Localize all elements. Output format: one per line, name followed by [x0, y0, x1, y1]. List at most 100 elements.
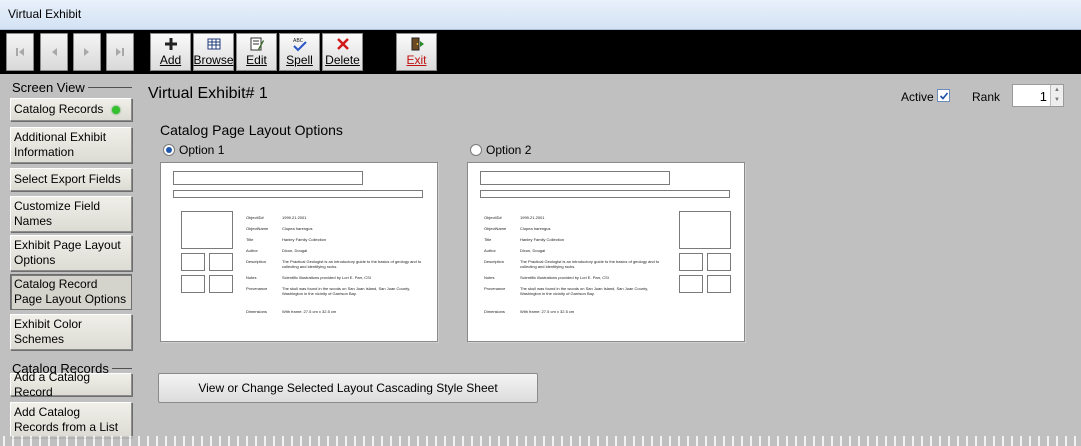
delete-button-label: Delete — [325, 53, 360, 67]
sidebar-item-label: Exhibit Page Layout Options — [14, 238, 121, 267]
sidebar-item-additional-exhibit-information[interactable]: Additional Exhibit Information — [10, 127, 132, 163]
preview-field-row: Dimensions With frame: 27.5 cm x 32.5 cm — [484, 309, 574, 314]
active-label: Active — [901, 90, 934, 104]
toolbar: Add Browse Edit ABC Spell Delete Exit — [0, 30, 1081, 74]
sidebar: Screen View Catalog Records Additional E… — [0, 74, 138, 446]
sidebar-item-catalog-record-page-layout-options[interactable]: Catalog Record Page Layout Options — [10, 274, 132, 310]
rank-label: Rank — [972, 90, 1001, 104]
preview-thumb — [209, 275, 233, 293]
checkmark-icon — [939, 91, 948, 100]
preview-field-row: ObjectID# 1999.21.2001 — [246, 215, 306, 220]
preview-field-value: Scientific illustrations provided by Lor… — [520, 275, 609, 280]
browse-button[interactable]: Browse — [193, 33, 234, 71]
preview-field-row: Provenance The skull was found in the woo… — [484, 286, 669, 296]
main-panel: Virtual Exhibit# 1 Active Rank 1 ▲ ▼ Cat… — [140, 74, 1081, 446]
plus-icon — [164, 38, 177, 50]
preview-field-row: Title Hanley Family Collection — [484, 237, 564, 242]
spell-check-icon: ABC — [293, 38, 307, 52]
sidebar-item-label: Customize Field Names — [14, 199, 101, 228]
preview-field-key: ObjectID# — [484, 215, 502, 220]
preview-field-value: 1999.21.2001 — [282, 215, 307, 220]
preview-field-value: The Practical Geologist is an introducto… — [282, 259, 422, 269]
preview-thumb — [679, 253, 703, 271]
layout-options-heading: Catalog Page Layout Options — [160, 122, 343, 138]
exit-button[interactable]: Exit — [396, 33, 437, 71]
previous-record-button[interactable] — [40, 33, 68, 71]
sidebar-item-select-export-fields[interactable]: Select Export Fields — [10, 168, 132, 191]
preview-field-row: Author Dixon, Dougal — [484, 248, 545, 253]
rank-spinner[interactable]: 1 ▲ ▼ — [1012, 84, 1064, 107]
preview-field-value: With frame: 27.5 cm x 32.5 cm — [282, 309, 337, 314]
view-change-css-button-label: View or Change Selected Layout Cascading… — [198, 381, 498, 395]
sidebar-item-add-a-catalog-record[interactable]: Add a Catalog Record — [10, 370, 132, 399]
preview-field-key: Author — [484, 248, 496, 253]
option-2-radio[interactable] — [470, 144, 482, 156]
sidebar-item-add-catalog-records-from-a-list[interactable]: Add Catalog Records from a List — [10, 402, 132, 438]
add-button[interactable]: Add — [150, 33, 191, 71]
preview-field-value: Hanley Family Collection — [520, 237, 565, 242]
preview-field-value: Scientific illustrations provided by Lor… — [282, 275, 371, 280]
option-2-radio-row[interactable]: Option 2 — [470, 143, 531, 157]
sidebar-item-label: Additional Exhibit Information — [14, 130, 107, 159]
preview-field-key: ObjectName — [246, 226, 269, 231]
first-record-button[interactable] — [6, 33, 34, 71]
previous-record-icon — [52, 48, 57, 56]
window-title: Virtual Exhibit — [8, 7, 82, 21]
preview-field-row: ObjectName Clupea harengus — [484, 226, 550, 231]
preview-field-row: ObjectName Clupea harengus — [246, 226, 312, 231]
option-1-radio-row[interactable]: Option 1 — [163, 143, 224, 157]
sidebar-item-customize-field-names[interactable]: Customize Field Names — [10, 196, 132, 232]
sidebar-item-label: Add a Catalog Record — [14, 369, 91, 399]
window-title-bar: Virtual Exhibit — [0, 0, 1081, 30]
preview-field-key: Author — [246, 248, 258, 253]
layout-option-1-preview[interactable]: ObjectID# 1999.21.2001 ObjectName Clupea h… — [160, 162, 438, 342]
first-record-icon — [16, 48, 24, 56]
preview-field-value: The Practical Geologist is an introducto… — [520, 259, 660, 269]
preview-main-image — [181, 211, 233, 249]
next-record-icon — [84, 48, 89, 56]
delete-x-icon — [336, 38, 349, 50]
preview-field-value: Clupea harengus — [282, 226, 313, 231]
edit-button[interactable]: Edit — [236, 33, 277, 71]
sidebar-item-catalog-records[interactable]: Catalog Records — [10, 98, 132, 121]
last-record-button[interactable] — [106, 33, 134, 71]
rank-spin-buttons[interactable]: ▲ ▼ — [1050, 85, 1063, 106]
preview-field-row: Notes Scientific illustrations provided b… — [484, 275, 669, 280]
preview-field-key: Notes — [484, 275, 495, 280]
spell-button[interactable]: ABC Spell — [279, 33, 320, 71]
preview-thumb — [707, 275, 731, 293]
preview-main-image — [679, 211, 731, 249]
rank-value[interactable]: 1 — [1040, 89, 1047, 104]
preview-field-key: ObjectName — [484, 226, 507, 231]
preview-field-row: Notes Scientific illustrations provided b… — [246, 275, 431, 280]
preview-field-value: Clupea harengus — [520, 226, 551, 231]
next-record-button[interactable] — [73, 33, 101, 71]
view-change-css-button[interactable]: View or Change Selected Layout Cascading… — [158, 373, 538, 403]
svg-text:ABC: ABC — [293, 38, 304, 44]
preview-subtitle-bar — [173, 190, 423, 198]
torn-edge-decoration — [0, 436, 1081, 446]
preview-field-value: The skull was found in the woods on San … — [520, 286, 649, 296]
preview-field-key: Description — [246, 259, 267, 264]
edit-icon — [250, 37, 264, 51]
spin-up-icon[interactable]: ▲ — [1051, 85, 1063, 95]
preview-thumb — [679, 275, 703, 293]
preview-title-bar — [173, 171, 363, 185]
preview-field-key: ObjectID# — [246, 215, 264, 220]
layout-option-2-preview[interactable]: ObjectID# 1999.21.2001 ObjectName Clupea h… — [467, 162, 745, 342]
screen-view-heading-text: Screen View — [12, 80, 85, 95]
grid-icon — [207, 38, 220, 50]
sidebar-item-exhibit-color-schemes[interactable]: Exhibit Color Schemes — [10, 314, 132, 350]
preview-field-row: Dimensions With frame: 27.5 cm x 32.5 cm — [246, 309, 336, 314]
preview-title-bar — [480, 171, 670, 185]
active-checkbox[interactable] — [937, 89, 950, 102]
spin-down-icon[interactable]: ▼ — [1051, 95, 1063, 105]
preview-field-value: Hanley Family Collection — [282, 237, 327, 242]
sidebar-item-label: Select Export Fields — [14, 172, 121, 186]
sidebar-item-exhibit-page-layout-options[interactable]: Exhibit Page Layout Options — [10, 235, 132, 271]
delete-button[interactable]: Delete — [322, 33, 363, 71]
option-1-radio[interactable] — [163, 144, 175, 156]
preview-field-value: Dixon, Dougal — [282, 248, 308, 253]
preview-field-row: Title Hanley Family Collection — [246, 237, 326, 242]
preview-field-row: Description The Practical Geologist is an… — [484, 259, 669, 269]
